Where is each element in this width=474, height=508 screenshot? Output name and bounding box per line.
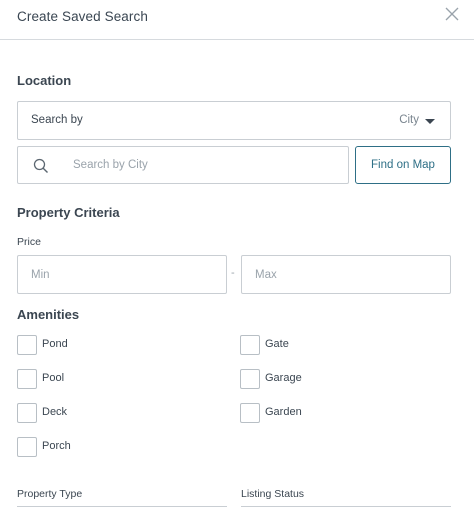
amenity-label: Deck <box>42 406 68 418</box>
price-separator: - <box>231 267 235 279</box>
amenity-label: Pond <box>42 338 68 350</box>
checkbox[interactable] <box>17 369 37 389</box>
property-type-label: Property Type <box>17 488 83 500</box>
amenity-label: Porch <box>42 440 71 452</box>
modal-header: Create Saved Search <box>0 0 474 40</box>
amenity-label: Gate <box>265 338 289 350</box>
checkbox[interactable] <box>17 335 37 355</box>
close-icon[interactable] <box>444 6 460 22</box>
price-min-input[interactable] <box>17 255 227 294</box>
search-by-label: Search by <box>31 114 83 126</box>
search-icon <box>33 158 49 174</box>
search-by-value: City <box>399 114 419 126</box>
listing-status-label: Listing Status <box>241 488 305 500</box>
checkbox[interactable] <box>17 403 37 423</box>
amenity-label: Pool <box>42 372 65 384</box>
checkbox[interactable] <box>240 335 260 355</box>
checkbox[interactable] <box>17 437 37 457</box>
amenities-heading: Amenities <box>17 307 80 322</box>
amenity-label: Garden <box>265 406 302 418</box>
city-search-field[interactable] <box>17 146 349 184</box>
amenity-label: Garage <box>265 372 302 384</box>
location-heading: Location <box>17 73 72 88</box>
find-on-map-button[interactable]: Find on Map <box>355 146 451 184</box>
city-search-input[interactable] <box>73 153 333 177</box>
checkbox[interactable] <box>240 369 260 389</box>
property-criteria-heading: Property Criteria <box>17 205 120 220</box>
price-label: Price <box>17 236 41 248</box>
search-by-select[interactable]: Search by City <box>17 101 451 140</box>
checkbox[interactable] <box>240 403 260 423</box>
caret-down-icon <box>425 119 435 124</box>
price-max-input[interactable] <box>241 255 451 294</box>
modal-title: Create Saved Search <box>17 9 148 24</box>
